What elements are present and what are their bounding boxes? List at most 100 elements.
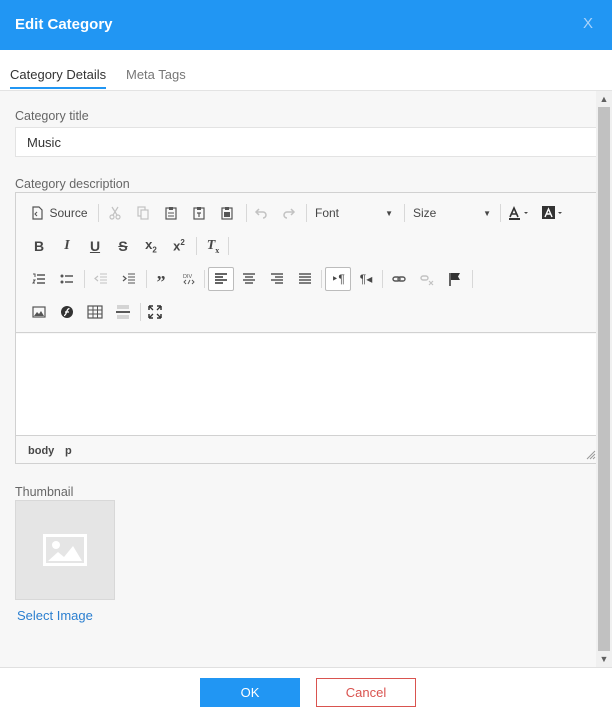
justify-button[interactable] bbox=[294, 267, 316, 291]
font-dropdown[interactable]: Font ▼ bbox=[315, 201, 393, 225]
align-right-icon bbox=[271, 273, 283, 284]
justify-icon bbox=[299, 273, 311, 284]
path-item-p[interactable]: p bbox=[65, 445, 72, 457]
link-icon bbox=[392, 276, 406, 282]
rtl-button[interactable]: ¶◂ bbox=[355, 267, 377, 291]
editor-content-area[interactable] bbox=[16, 334, 596, 435]
source-icon bbox=[32, 206, 44, 220]
blockquote-button[interactable]: ” bbox=[150, 267, 172, 292]
numbered-list-button[interactable] bbox=[28, 267, 50, 291]
maximize-button[interactable] bbox=[144, 300, 166, 324]
element-path-bar: body p bbox=[16, 435, 596, 463]
decrease-indent-button[interactable] bbox=[90, 267, 112, 291]
image-icon bbox=[32, 306, 46, 318]
redo-icon bbox=[283, 208, 296, 219]
select-image-link[interactable]: Select Image bbox=[17, 608, 93, 623]
italic-button[interactable]: I bbox=[56, 234, 78, 258]
paste-text-button[interactable] bbox=[188, 201, 210, 225]
toolbar-separator bbox=[196, 237, 197, 255]
subscript-button[interactable]: x2 bbox=[140, 234, 162, 258]
bold-button[interactable]: B bbox=[28, 234, 50, 258]
toolbar-separator bbox=[306, 204, 307, 222]
rtl-icon: ¶◂ bbox=[359, 272, 373, 286]
active-tab-indicator bbox=[10, 87, 106, 89]
tab-category-details[interactable]: Category Details bbox=[10, 67, 106, 82]
tab-meta-tags[interactable]: Meta Tags bbox=[126, 67, 186, 82]
ltr-icon: ‣¶ bbox=[331, 272, 345, 286]
resize-grip-icon[interactable] bbox=[586, 450, 596, 460]
dialog-header: Edit Category X bbox=[0, 0, 612, 50]
blockquote-icon: ” bbox=[156, 271, 166, 292]
category-title-input[interactable] bbox=[15, 127, 596, 157]
editor-toolbar: Source Font ▼ Size ▼ B I U S x2 x2 Tx ” … bbox=[16, 193, 596, 333]
toolbar-separator bbox=[472, 270, 473, 288]
font-label: Font bbox=[315, 206, 340, 220]
vertical-scrollbar[interactable]: ▲ ▼ bbox=[596, 91, 612, 667]
toolbar-separator bbox=[140, 303, 141, 321]
toolbar-separator bbox=[146, 270, 147, 288]
superscript-button[interactable]: x2 bbox=[168, 234, 190, 258]
chevron-down-icon: ▼ bbox=[483, 209, 491, 218]
redo-button[interactable] bbox=[278, 201, 300, 225]
toolbar-separator bbox=[321, 270, 322, 288]
paste-button[interactable] bbox=[160, 201, 182, 225]
rich-text-editor: Source Font ▼ Size ▼ B I U S x2 x2 Tx ” … bbox=[15, 192, 596, 464]
align-left-button[interactable] bbox=[208, 267, 234, 291]
image-button[interactable] bbox=[28, 300, 50, 324]
link-button[interactable] bbox=[388, 267, 410, 291]
undo-button[interactable] bbox=[250, 201, 272, 225]
path-item-body[interactable]: body bbox=[28, 445, 54, 457]
chevron-down-icon: ▼ bbox=[385, 209, 393, 218]
background-color-button[interactable] bbox=[540, 201, 568, 225]
numbered-list-icon bbox=[32, 273, 45, 284]
size-dropdown[interactable]: Size ▼ bbox=[413, 201, 491, 225]
paste-icon bbox=[165, 207, 177, 220]
div-container-button[interactable]: DIV bbox=[178, 267, 200, 291]
text-color-button[interactable] bbox=[506, 201, 534, 225]
remove-format-button[interactable]: Tx bbox=[202, 234, 224, 258]
ok-button[interactable]: OK bbox=[200, 678, 300, 707]
copy-button[interactable] bbox=[132, 201, 154, 225]
thumbnail-preview bbox=[15, 500, 115, 600]
svg-text:DIV: DIV bbox=[183, 274, 193, 280]
ltr-button[interactable]: ‣¶ bbox=[325, 267, 351, 291]
table-button[interactable] bbox=[84, 300, 106, 324]
flash-button[interactable] bbox=[56, 300, 78, 324]
background-color-icon bbox=[542, 206, 562, 219]
anchor-button[interactable] bbox=[444, 267, 466, 291]
dialog-footer: OK Cancel bbox=[0, 667, 612, 716]
table-icon bbox=[87, 305, 103, 319]
horizontal-line-icon bbox=[116, 305, 130, 319]
scroll-down-icon[interactable]: ▼ bbox=[596, 651, 612, 667]
paste-word-button[interactable] bbox=[216, 201, 238, 225]
underline-button[interactable]: U bbox=[84, 234, 106, 258]
cancel-button[interactable]: Cancel bbox=[316, 678, 416, 707]
toolbar-separator bbox=[500, 204, 501, 222]
toolbar-separator bbox=[246, 204, 247, 222]
maximize-icon bbox=[148, 305, 162, 319]
toolbar-separator bbox=[228, 237, 229, 255]
increase-indent-icon bbox=[122, 273, 135, 284]
unlink-button[interactable] bbox=[416, 267, 438, 291]
category-title-label: Category title bbox=[15, 109, 89, 123]
dialog-body: Category title Category description Sour… bbox=[0, 91, 596, 667]
italic-icon: I bbox=[64, 238, 70, 253]
cut-button[interactable] bbox=[104, 201, 126, 225]
copy-icon bbox=[137, 206, 149, 220]
align-right-button[interactable] bbox=[266, 267, 288, 291]
image-placeholder-icon bbox=[43, 534, 87, 566]
dialog-title: Edit Category bbox=[15, 16, 113, 33]
increase-indent-button[interactable] bbox=[118, 267, 140, 291]
horizontal-line-button[interactable] bbox=[112, 300, 134, 324]
align-center-button[interactable] bbox=[238, 267, 260, 291]
cut-icon bbox=[109, 206, 121, 220]
strikethrough-button[interactable]: S bbox=[112, 234, 134, 258]
scroll-up-icon[interactable]: ▲ bbox=[596, 91, 612, 107]
thumbnail-label: Thumbnail bbox=[15, 485, 74, 499]
source-button[interactable]: Source bbox=[28, 201, 90, 225]
scrollbar-thumb[interactable] bbox=[598, 107, 610, 651]
close-button[interactable]: X bbox=[583, 15, 593, 32]
bulleted-list-button[interactable] bbox=[56, 267, 78, 291]
remove-format-icon: Tx bbox=[206, 237, 220, 255]
tab-bar: Category Details Meta Tags bbox=[0, 50, 612, 91]
